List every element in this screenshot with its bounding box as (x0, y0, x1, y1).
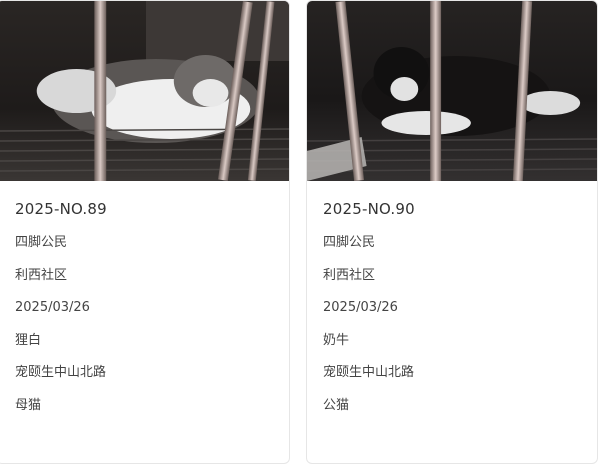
cat-id-title: 2025-NO.90 (323, 200, 415, 218)
cat-photo[interactable] (307, 1, 597, 181)
cat-color: 狸白 (15, 332, 42, 348)
cat-date: 2025/03/26 (15, 300, 90, 315)
cat-card-90[interactable]: 2025-NO.90 四脚公民 利西社区 2025/03/26 奶牛 宠颐生中山… (306, 0, 598, 464)
cat-photo[interactable] (0, 1, 289, 181)
cat-id-title: 2025-NO.89 (15, 200, 107, 218)
cat-date: 2025/03/26 (323, 300, 398, 315)
cat-card-89[interactable]: 2025-NO.89 四脚公民 利西社区 2025/03/26 狸白 宠颐生中山… (0, 0, 290, 464)
cat-info: 2025-NO.89 四脚公民 利西社区 2025/03/26 狸白 宠颐生中山… (0, 181, 289, 415)
cat-community: 利西社区 (15, 267, 68, 283)
cat-color: 奶牛 (323, 332, 350, 348)
cat-gender: 公猫 (323, 397, 350, 413)
cat-gender: 母猫 (15, 397, 42, 413)
cat-community: 利西社区 (323, 267, 376, 283)
cat-card-grid: 2025-NO.89 四脚公民 利西社区 2025/03/26 狸白 宠颐生中山… (0, 0, 599, 464)
cat-place: 宠颐生中山北路 (15, 365, 107, 380)
cat-info: 2025-NO.90 四脚公民 利西社区 2025/03/26 奶牛 宠颐生中山… (307, 181, 597, 415)
cat-category: 四脚公民 (15, 235, 68, 250)
cat-place: 宠颐生中山北路 (323, 365, 415, 380)
cat-category: 四脚公民 (323, 235, 376, 250)
